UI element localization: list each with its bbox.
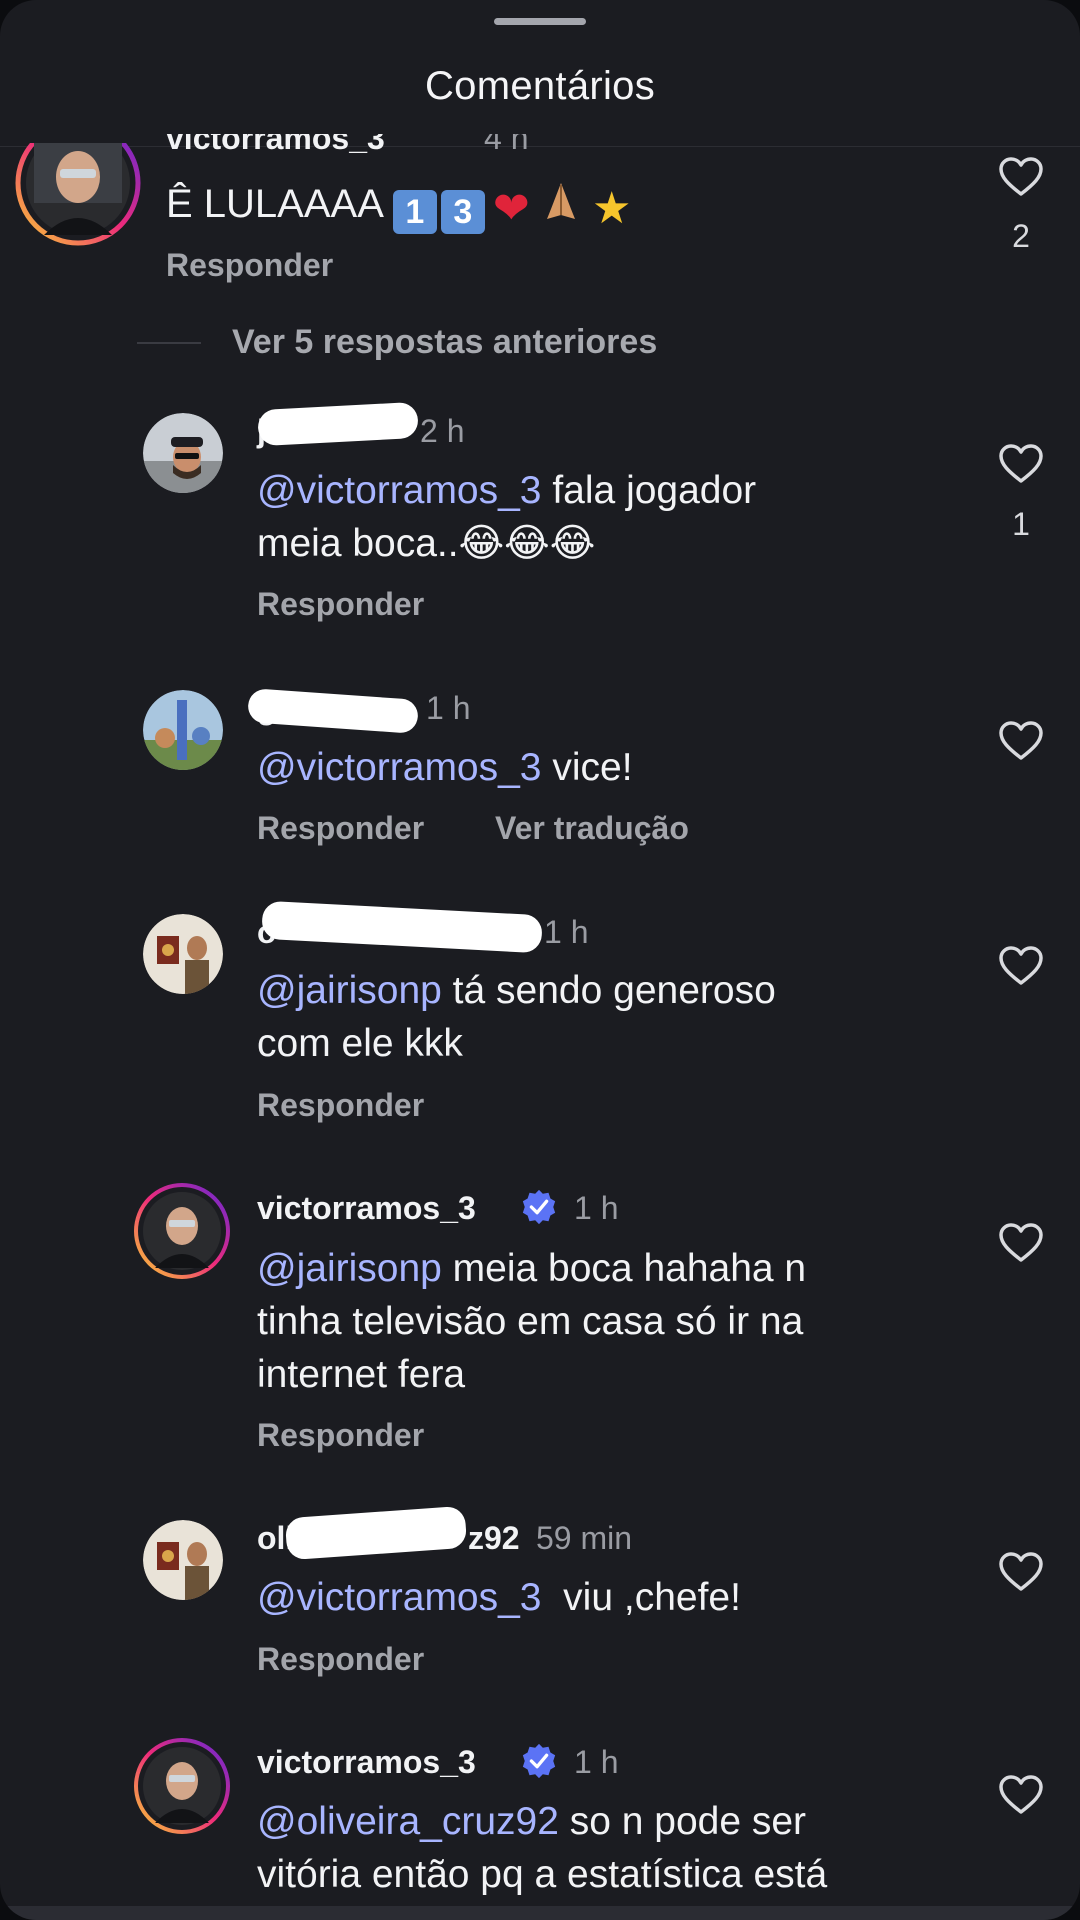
mention-link[interactable]: @jairisonp: [257, 969, 442, 1012]
avatar[interactable]: [133, 1182, 231, 1280]
avatar-parent-wrap: [14, 143, 142, 247]
avatar[interactable]: [143, 914, 223, 994]
avatar[interactable]: [143, 1520, 223, 1600]
replies-divider-line: [137, 342, 201, 344]
reply-text: @victorramos_3 vice!: [257, 741, 957, 794]
reply-text-line2: com ele kkk: [257, 1022, 463, 1065]
reply-text-part: tá sendo generoso: [441, 969, 776, 1012]
reply-text-part: fala jogador: [541, 469, 757, 512]
star-emoji: ★: [591, 184, 632, 233]
reply-text: @victorramos_3 fala jogador meia boca..😂…: [257, 464, 957, 570]
reply-text-line3: internet fera: [257, 1353, 466, 1396]
heart-outline-icon[interactable]: [998, 1774, 1044, 1816]
heart-outline-icon[interactable]: [998, 156, 1044, 198]
avatar[interactable]: [143, 413, 223, 493]
redaction-mark: [247, 688, 419, 734]
reply-username[interactable]: victorramos_3: [257, 1744, 476, 1781]
parent-text: Ê LULAAAA 1 3 ❤ ★: [166, 178, 866, 235]
reply-text: @jairisonp tá sendo generoso com ele kkk: [257, 964, 957, 1070]
reply-time: 59 min: [536, 1520, 633, 1556]
sheet-title: Comentários: [424, 64, 656, 108]
drag-handle[interactable]: [494, 18, 586, 25]
parent-like-count: 2: [1012, 218, 1030, 254]
comments-sheet: Comentários victorramos_3 4 h Ê LULAAAA …: [0, 0, 1080, 1920]
mention-link[interactable]: @victorramos_3: [257, 1576, 542, 1619]
parent-time: 4 h: [484, 120, 529, 156]
reply-text-line2: tinha televisão em casa só ir na: [257, 1300, 804, 1343]
reply-text-part: viu ,chefe!: [541, 1576, 741, 1619]
see-translation-button[interactable]: Ver tradução: [495, 810, 689, 847]
heart-outline-icon[interactable]: [998, 1551, 1044, 1593]
reply-button[interactable]: Responder: [257, 586, 424, 623]
redaction-mark: [257, 401, 419, 447]
reply-time: 1 h: [544, 914, 589, 950]
verified-badge-icon: [522, 1743, 556, 1779]
redaction-mark: [284, 1505, 468, 1561]
like-count: 1: [1012, 506, 1030, 542]
avatar[interactable]: [133, 1737, 231, 1835]
verified-badge-icon: [522, 1189, 556, 1225]
reply-text-line2: vitória então pq a estatística está: [257, 1853, 828, 1896]
reply-button[interactable]: Responder: [257, 1087, 424, 1124]
reply-time: 1 h: [574, 1190, 619, 1226]
reply-button[interactable]: Responder: [257, 810, 424, 847]
heart-outline-icon[interactable]: [998, 443, 1044, 485]
header-divider: [0, 146, 1080, 147]
red-heart-emoji: ❤: [492, 184, 530, 233]
reply-text: @victorramos_3 viu ,chefe!: [257, 1571, 957, 1624]
mention-link[interactable]: @jairisonp: [257, 1247, 442, 1290]
keycap-three: 3: [440, 190, 485, 234]
keycap-one: 1: [392, 190, 437, 234]
reply-text: @jairisonp meia boca hahaha n tinha tele…: [257, 1242, 957, 1401]
reply-button[interactable]: Responder: [257, 1417, 424, 1454]
bottom-bar-edge: [0, 1906, 1080, 1920]
reply-time: 1 h: [426, 690, 471, 726]
praying-hands-emoji: [546, 183, 575, 219]
avatar[interactable]: [14, 143, 142, 247]
heart-outline-icon[interactable]: [998, 720, 1044, 762]
reply-text-part: so n pode ser: [558, 1800, 807, 1843]
reply-text: @oliveira_cruz92 so n pode ser vitória e…: [257, 1795, 957, 1901]
reply-button[interactable]: Responder: [257, 1641, 424, 1678]
redaction-mark: [261, 900, 543, 954]
heart-outline-icon[interactable]: [998, 1222, 1044, 1264]
mention-link[interactable]: @victorramos_3: [257, 469, 542, 512]
view-previous-replies-button[interactable]: Ver 5 respostas anteriores: [232, 323, 657, 362]
reply-username-tail: z92: [468, 1520, 520, 1556]
reply-time: 1 h: [574, 1744, 619, 1780]
reply-text-part: meia boca hahaha n: [441, 1247, 807, 1290]
parent-reply-button[interactable]: Responder: [166, 247, 333, 284]
parent-text-content: Ê LULAAAA: [166, 182, 382, 226]
heart-outline-icon[interactable]: [998, 945, 1044, 987]
avatar[interactable]: [143, 690, 223, 770]
reply-text-line2: meia boca..😂😂😂: [257, 522, 596, 565]
reply-text-part: vice!: [541, 746, 633, 789]
parent-username[interactable]: victorramos_3: [166, 134, 385, 157]
mention-link[interactable]: @victorramos_3: [257, 746, 542, 789]
reply-username[interactable]: victorramos_3: [257, 1190, 476, 1227]
reply-time: 2 h: [420, 413, 465, 449]
mention-link[interactable]: @oliveira_cruz92: [257, 1800, 559, 1843]
